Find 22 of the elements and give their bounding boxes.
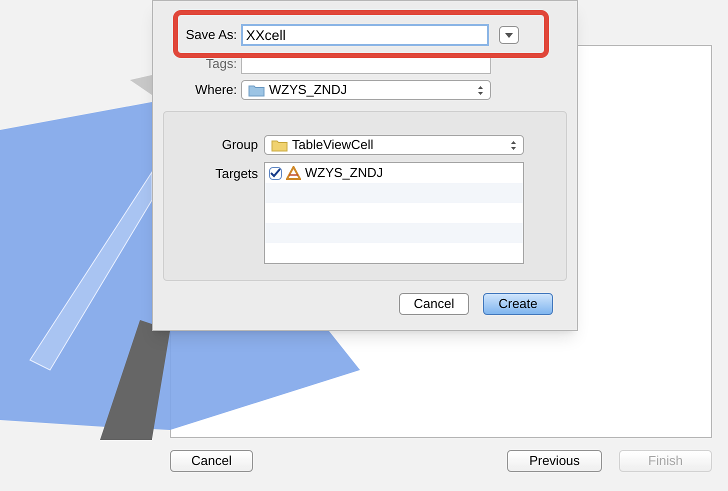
stepper-arrows-icon <box>477 84 484 96</box>
stepper-arrows-icon <box>510 140 517 150</box>
target-name: WZYS_ZNDJ <box>305 164 383 182</box>
cancel-button[interactable]: Cancel <box>399 293 469 315</box>
field-label: Group <box>220 136 259 154</box>
caret-icon <box>505 32 513 38</box>
field-label: Where: <box>194 81 238 100</box>
create-button[interactable]: Create <box>483 293 553 315</box>
checkmark-icon <box>270 168 281 178</box>
field-label: Targets <box>214 165 259 183</box>
footer-button[interactable]: Cancel <box>170 450 253 472</box>
folder-icon <box>271 138 288 152</box>
group-popup[interactable]: TableViewCell <box>264 135 524 155</box>
field-label: Save As: <box>184 26 238 44</box>
where-popup[interactable]: WZYS_ZNDJ <box>241 80 491 100</box>
footer-button[interactable]: Previous <box>507 450 602 472</box>
filename-field[interactable]: XXcell <box>241 24 489 46</box>
app-icon <box>286 166 301 180</box>
folder-icon <box>248 84 265 96</box>
field-label: Tags: <box>204 55 238 74</box>
checkbox[interactable] <box>269 166 282 180</box>
expand-button[interactable] <box>499 26 519 44</box>
